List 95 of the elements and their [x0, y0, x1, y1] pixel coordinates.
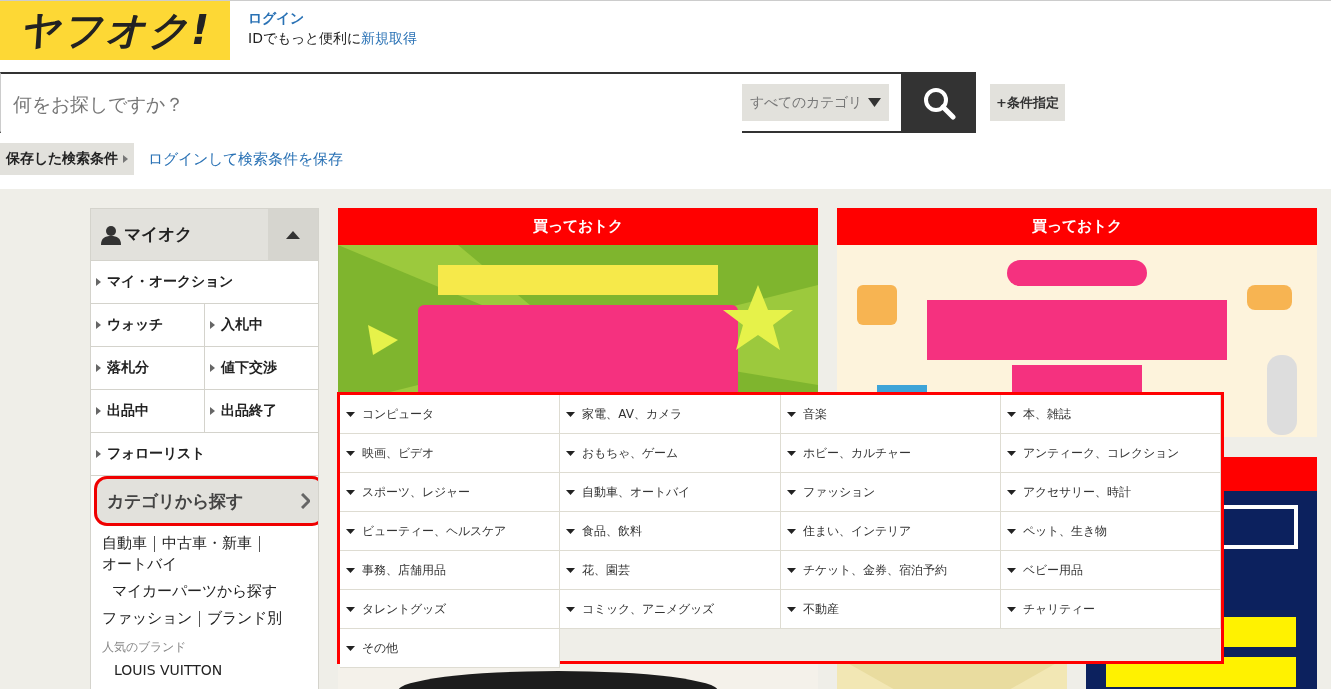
search-button[interactable] [901, 72, 976, 133]
caret-icon [1006, 528, 1016, 534]
category-menu-item[interactable]: 食品、飲料 [560, 512, 781, 551]
category-menu-item[interactable]: 家電、AV、カメラ [560, 395, 781, 434]
category-menu-item[interactable]: コンピュータ [340, 395, 561, 434]
banner-title: 買っておトク [338, 208, 818, 245]
category-menu-item[interactable]: その他 [340, 629, 561, 668]
user-icon [101, 224, 121, 245]
caret-icon [868, 98, 881, 107]
chevron-icon [96, 364, 101, 372]
chevron-icon [210, 321, 215, 329]
category-menu-item[interactable]: アンティーク、コレクション [1000, 434, 1221, 473]
chevron-icon [210, 364, 215, 372]
caret-icon [346, 606, 355, 612]
category-menu-item[interactable]: チケット、金券、宿泊予約 [780, 551, 1001, 590]
category-menu-item[interactable]: 音楽 [780, 395, 1001, 434]
category-menu-item[interactable]: ファッション [780, 473, 1001, 512]
triangle-icon [286, 230, 300, 239]
caret-icon [786, 528, 796, 534]
chevron-icon [301, 493, 310, 509]
caret-icon [1006, 411, 1016, 417]
caret-icon [346, 411, 355, 417]
caret-icon [786, 567, 796, 573]
category-menu-item[interactable]: コミック、アニメグッズ [560, 590, 781, 629]
category-button[interactable]: カテゴリから探す [97, 479, 318, 523]
chevron-icon [123, 155, 128, 163]
banner-title: 買っておトク [837, 208, 1317, 245]
search-icon [921, 85, 956, 120]
id-note: IDでもっと便利に [248, 30, 361, 46]
category-link[interactable]: オートバイ [102, 554, 177, 575]
chevron-icon [96, 278, 101, 286]
category-menu-item[interactable]: 自動車、オートバイ [560, 473, 781, 512]
collapse-toggle[interactable] [268, 209, 318, 260]
caret-icon [1006, 567, 1016, 573]
category-link[interactable]: 自動車 [102, 533, 147, 554]
category-link[interactable]: ファッション [102, 608, 192, 629]
menu-link[interactable]: 入札中 [204, 304, 318, 346]
chevron-icon [96, 407, 101, 415]
category-menu-item[interactable]: おもちゃ、ゲーム [560, 434, 781, 473]
category-link[interactable]: ブランド別 [207, 608, 282, 629]
category-menu-item[interactable]: 事務、店舗用品 [340, 551, 561, 590]
category-menu-item[interactable]: 住まい、インテリア [780, 512, 1001, 551]
category-menu-item[interactable]: チャリティー [1000, 590, 1221, 629]
caret-icon [1006, 450, 1016, 456]
login-link[interactable]: ログイン [248, 10, 417, 28]
caret-icon [786, 489, 796, 495]
caret-icon [346, 489, 355, 495]
category-menu-item[interactable]: ホビー、カルチャー [780, 434, 1001, 473]
search-field[interactable]: 何をお探しですか？ [0, 72, 742, 133]
caret-icon [786, 411, 796, 417]
category-menu-item[interactable]: ペット、生き物 [1000, 512, 1221, 551]
category-menu-item[interactable]: スポーツ、レジャー [340, 473, 561, 512]
menu-link[interactable]: ウォッチ [91, 304, 204, 346]
category-menu-item[interactable]: 本、雑誌 [1000, 395, 1221, 434]
caret-icon [1006, 489, 1016, 495]
popular-brands-label: 人気のブランド [102, 639, 187, 656]
caret-icon [786, 606, 796, 612]
category-menu-item[interactable]: 映画、ビデオ [340, 434, 561, 473]
chevron-icon [96, 321, 101, 329]
category-link[interactable]: マイカーパーツから探す [112, 581, 277, 602]
myauction-title: マイオク [124, 223, 192, 246]
caret-icon [566, 489, 576, 495]
signup-link[interactable]: 新規取得 [360, 30, 417, 46]
caret-icon [566, 411, 576, 417]
category-menu-item[interactable]: 不動産 [780, 590, 1001, 629]
category-dropdown[interactable]: すべてのカテゴリ [742, 84, 889, 121]
category-menu-item[interactable]: ビューティー、ヘルスケア [340, 512, 561, 551]
menu-link[interactable]: 出品終了 [204, 390, 318, 432]
menu-link[interactable]: 出品中 [91, 390, 204, 432]
caret-icon [346, 645, 355, 651]
caret-icon [346, 567, 355, 573]
chevron-icon [210, 407, 215, 415]
category-menu-item[interactable]: タレントグッズ [340, 590, 561, 629]
category-menu-item[interactable]: ベビー用品 [1000, 551, 1221, 590]
menu-link[interactable]: マイ・オークション [91, 261, 318, 303]
caret-icon [566, 606, 576, 612]
category-menu-item[interactable]: アクセサリー、時計 [1000, 473, 1221, 512]
caret-icon [346, 528, 355, 534]
advanced-search-button[interactable]: +条件指定 [990, 84, 1065, 121]
menu-link[interactable]: フォローリスト [91, 433, 318, 475]
saved-search-label: 保存した検索条件 [0, 143, 134, 175]
caret-icon [1006, 606, 1016, 612]
logo[interactable]: ヤフオク! [0, 1, 230, 60]
menu-link[interactable]: 落札分 [91, 347, 204, 389]
category-link[interactable]: 中古車・新車 [162, 533, 252, 554]
caret-icon [786, 450, 796, 456]
caret-icon [566, 528, 576, 534]
caret-icon [566, 450, 576, 456]
menu-link[interactable]: 値下交渉 [204, 347, 318, 389]
caret-icon [346, 450, 355, 456]
category-menu-item[interactable]: 花、園芸 [560, 551, 781, 590]
chevron-icon [96, 450, 101, 458]
save-search-link[interactable]: ログインして検索条件を保存 [148, 149, 343, 169]
brand-link[interactable]: LOUIS VUITTON [102, 662, 312, 678]
caret-icon [566, 567, 576, 573]
